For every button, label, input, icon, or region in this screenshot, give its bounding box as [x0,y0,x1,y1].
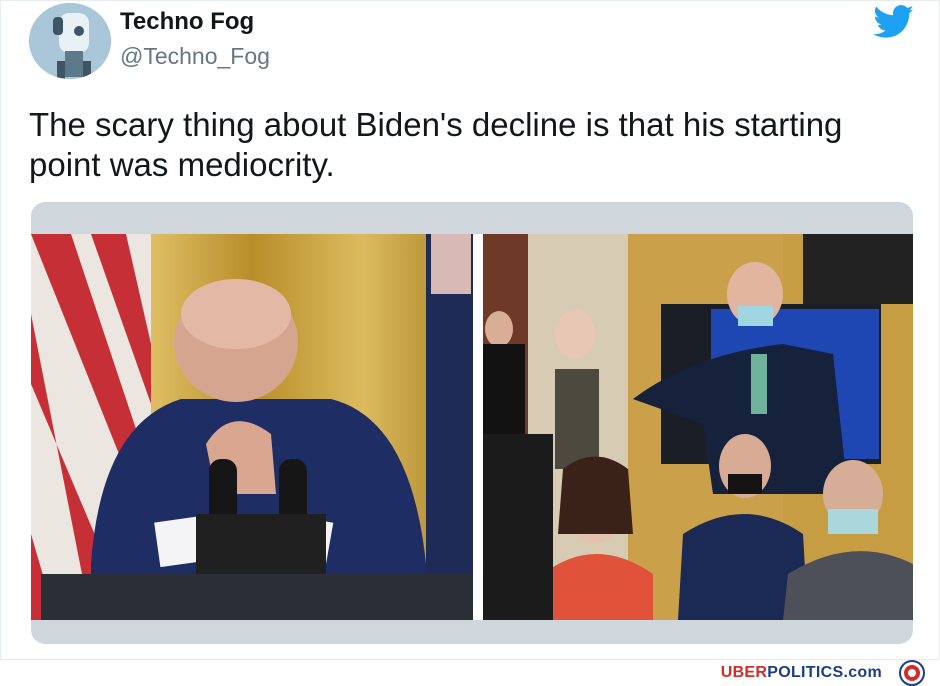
brand-watermark[interactable]: UBERPOLITICS.com [721,664,882,682]
press-room-reporters-photo[interactable] [483,234,913,620]
tweet-media[interactable] [31,202,913,644]
brand-part-politics: POLITICS.com [767,664,882,681]
display-name[interactable]: Techno Fog [120,8,254,36]
tweet-card: Techno Fog @Techno_Fog The scary thing a… [0,0,940,660]
twitter-bird-icon[interactable] [873,5,915,39]
uberpolitics-badge-icon [899,660,925,686]
tweet-text: The scary thing about Biden's decline is… [29,106,843,183]
media-divider [473,234,483,620]
speaker-at-podium-photo[interactable] [31,234,473,620]
brand-part-uber: UBER [720,664,768,681]
watermark-footer: UBERPOLITICS.com [0,660,940,686]
user-handle[interactable]: @Techno_Fog [120,43,270,70]
avatar[interactable] [29,3,111,79]
robot-avatar-icon [29,3,111,79]
